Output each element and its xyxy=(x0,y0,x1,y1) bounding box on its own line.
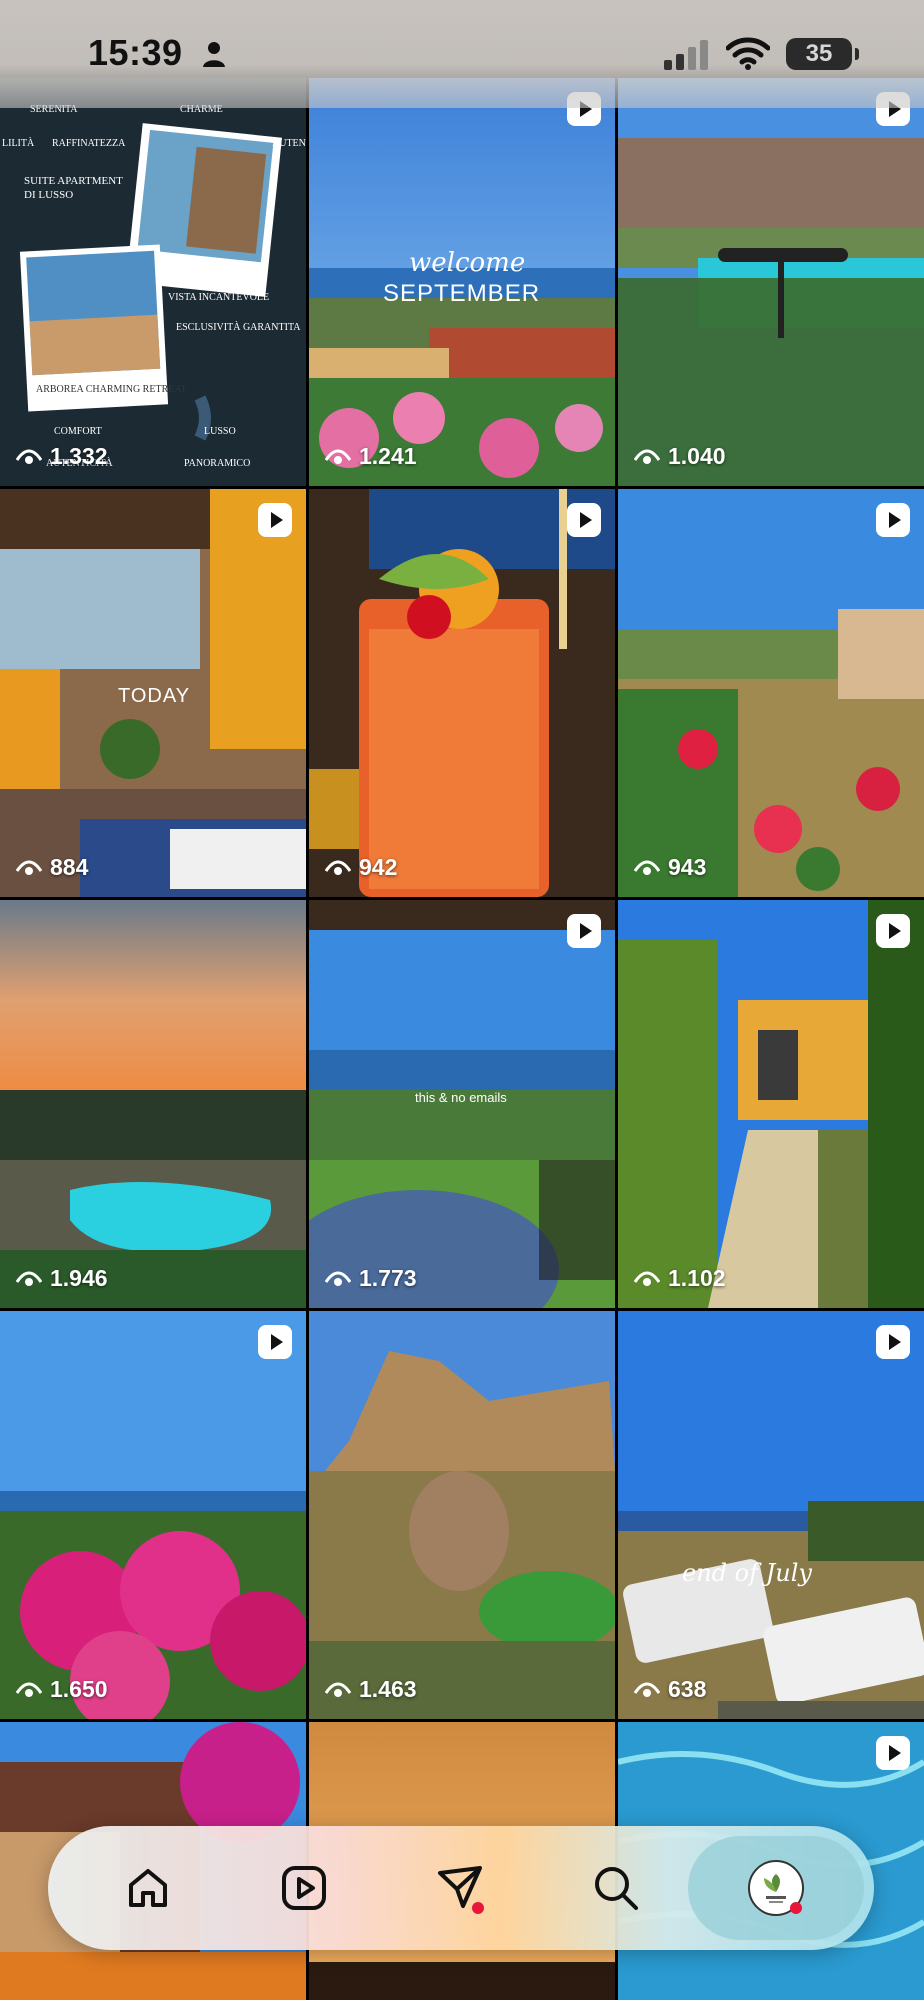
view-count-value: 1.463 xyxy=(359,1676,417,1702)
view-count: 1.650 xyxy=(16,1676,108,1703)
overlay-caption: TODAY xyxy=(118,685,191,707)
eye-icon xyxy=(16,449,42,464)
reel-icon xyxy=(876,1736,910,1770)
cellular-signal-icon xyxy=(664,40,708,70)
grid-tile[interactable]: 1.102 xyxy=(618,900,924,1308)
reel-icon xyxy=(876,1325,910,1359)
grid-tile[interactable]: 1.463 xyxy=(309,1311,615,1719)
view-count: 1.773 xyxy=(325,1265,417,1292)
eye-icon xyxy=(634,1271,660,1286)
promo-label: RAFFINATEZZA xyxy=(52,138,126,149)
reel-icon xyxy=(258,1325,292,1359)
grid-tile[interactable]: TODAY 884 xyxy=(0,489,306,897)
grid-tile[interactable]: 1.040 xyxy=(618,78,924,486)
promo-label: AUTENTI xyxy=(272,138,306,149)
eye-icon xyxy=(634,1682,660,1697)
search-icon xyxy=(595,1867,638,1910)
tile-image xyxy=(618,900,924,1308)
status-time: 15:39 xyxy=(88,32,183,73)
tile-image xyxy=(0,1311,306,1719)
tile-image xyxy=(309,489,615,897)
promo-label: LILITÀ xyxy=(2,138,35,149)
view-count-value: 942 xyxy=(359,854,398,880)
view-count: 1.040 xyxy=(634,443,726,470)
promo-polaroid-caption: ARBOREA CHARMING RETREAT xyxy=(36,384,187,395)
view-count: 943 xyxy=(634,854,706,881)
tile-image xyxy=(0,900,306,1308)
reels-icon xyxy=(282,1866,326,1910)
status-bar: 15:39 35 xyxy=(0,0,924,108)
view-count-value: 638 xyxy=(668,1676,707,1702)
view-count: 1.241 xyxy=(325,443,417,470)
nav-reels-button[interactable] xyxy=(274,1858,334,1918)
tile-image xyxy=(618,489,924,897)
tile-image xyxy=(309,1311,615,1719)
home-icon xyxy=(129,1869,167,1907)
view-count-value: 1.946 xyxy=(50,1265,108,1291)
promo-label: LUSSO xyxy=(204,426,236,437)
view-count: 1.463 xyxy=(325,1676,417,1703)
promo-heading: ORIZZONTI INFINITI VISTA INCANTEVOLE xyxy=(168,279,270,303)
nav-home-button[interactable] xyxy=(118,1858,178,1918)
eye-icon xyxy=(634,449,660,464)
reel-icon xyxy=(567,503,601,537)
tile-image xyxy=(618,78,924,486)
view-count: 1.102 xyxy=(634,1265,726,1292)
view-count-value: 1.332 xyxy=(50,443,108,469)
notification-dot xyxy=(790,1902,802,1914)
grid-tile[interactable]: 1.650 xyxy=(0,1311,306,1719)
eye-icon xyxy=(325,860,351,875)
promo-heading: SUITE APARTMENT DI LUSSO xyxy=(24,175,123,201)
grid-tile[interactable]: 943 xyxy=(618,489,924,897)
grid-tile[interactable]: welcome SEPTEMBER 1.241 xyxy=(309,78,615,486)
view-count-value: 1.241 xyxy=(359,443,417,469)
promo-label: COMFORT xyxy=(54,426,102,437)
notification-dot xyxy=(472,1902,484,1914)
person-icon xyxy=(203,42,225,67)
reel-icon xyxy=(876,914,910,948)
view-count-value: 1.773 xyxy=(359,1265,417,1291)
promo-heading: ESCLUSIVITÀ GARANTITA xyxy=(176,322,301,333)
grid-tile[interactable]: 942 xyxy=(309,489,615,897)
view-count-value: 884 xyxy=(50,854,89,880)
view-count: 884 xyxy=(16,854,88,881)
nav-search-button[interactable] xyxy=(586,1858,646,1918)
view-count: 942 xyxy=(325,854,397,881)
promo-label: PANORAMICO xyxy=(184,458,251,469)
eye-icon xyxy=(325,1682,351,1697)
eye-icon xyxy=(634,860,660,875)
grid-tile[interactable]: end of July 638 xyxy=(618,1311,924,1719)
overlay-caption: end of July xyxy=(682,1559,812,1587)
view-count-value: 1.102 xyxy=(668,1265,726,1291)
view-count-value: 943 xyxy=(668,854,707,880)
grid-tile[interactable]: SERENITA CHARME AUTENTI LILITÀ RAFFINATE… xyxy=(0,78,306,486)
wifi-icon xyxy=(726,37,770,70)
view-count-value: 1.650 xyxy=(50,1676,108,1702)
view-count-value: 1.040 xyxy=(668,443,726,469)
view-count: 1.332 xyxy=(16,443,108,470)
grid-tile[interactable]: 1.946 xyxy=(0,900,306,1308)
nav-send-button[interactable] xyxy=(430,1858,490,1918)
bottom-nav xyxy=(48,1826,874,1950)
tile-image xyxy=(618,1311,924,1719)
reel-icon xyxy=(258,503,292,537)
overlay-caption: SEPTEMBER xyxy=(383,280,541,307)
eye-icon xyxy=(16,1271,42,1286)
eye-icon xyxy=(325,449,351,464)
view-count: 638 xyxy=(634,1676,706,1703)
grid-tile[interactable]: this & no emails 1.773 xyxy=(309,900,615,1308)
view-count: 1.946 xyxy=(16,1265,108,1292)
eye-icon xyxy=(16,860,42,875)
overlay-caption: this & no emails xyxy=(415,1090,507,1105)
eye-icon xyxy=(325,1271,351,1286)
reel-icon xyxy=(876,503,910,537)
overlay-caption: welcome xyxy=(409,248,526,278)
eye-icon xyxy=(16,1682,42,1697)
battery-indicator: 35 xyxy=(786,38,859,70)
reel-icon xyxy=(567,914,601,948)
